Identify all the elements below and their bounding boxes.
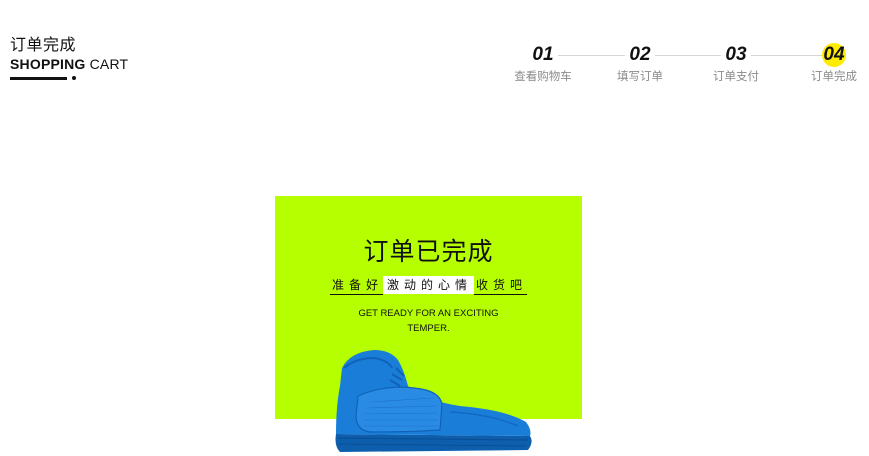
english-line-1: GET READY FOR AN EXCITING xyxy=(358,308,499,319)
underline-dot xyxy=(72,76,76,80)
step-label: 查看购物车 xyxy=(514,71,572,83)
page-title-cn: 订单完成 xyxy=(10,37,77,54)
steps-connector-line xyxy=(545,55,835,56)
step-4-active: 04 订单完成 xyxy=(796,42,869,84)
page-title-en-thin: CART xyxy=(85,56,129,72)
step-3: 03 订单支付 xyxy=(698,42,774,84)
step-label: 填写订单 xyxy=(617,71,663,83)
step-number: 01 xyxy=(528,42,558,68)
english-line-2: TEMPER. xyxy=(407,323,450,334)
page-title-en-bold: SHOPPING xyxy=(10,56,86,72)
sneaker-image xyxy=(335,350,532,452)
underline-bar xyxy=(10,77,67,80)
step-1: 01 查看购物车 xyxy=(505,42,581,84)
brand-underline xyxy=(10,76,128,80)
step-number-active: 04 xyxy=(819,42,848,68)
shoe-strap xyxy=(355,386,443,433)
step-number: 02 xyxy=(625,42,655,68)
order-complete-subtitle: 准备好 激动的心情 收货吧 xyxy=(275,276,582,295)
step-label: 订单完成 xyxy=(811,71,857,83)
step-2: 02 填写订单 xyxy=(602,42,678,84)
step-label: 订单支付 xyxy=(713,71,759,83)
subtitle-part-1: 准备好 xyxy=(329,276,383,295)
brand-logo: 订单完成 SHOPPING CART xyxy=(10,36,128,80)
checkout-steps: 01 查看购物车 02 填写订单 03 订单支付 04 订单完成 xyxy=(505,42,865,92)
shoe-sole xyxy=(335,434,532,452)
order-complete-title: 订单已完成 xyxy=(363,238,494,266)
subtitle-highlight: 激动的心情 xyxy=(382,276,474,294)
step-number-text: 04 xyxy=(823,44,845,65)
page-title-en: SHOPPING CART xyxy=(10,56,128,72)
step-number: 03 xyxy=(721,42,751,68)
order-complete-english: GET READY FOR AN EXCITING TEMPER. xyxy=(275,306,582,336)
subtitle-part-3: 收货吧 xyxy=(474,276,528,295)
